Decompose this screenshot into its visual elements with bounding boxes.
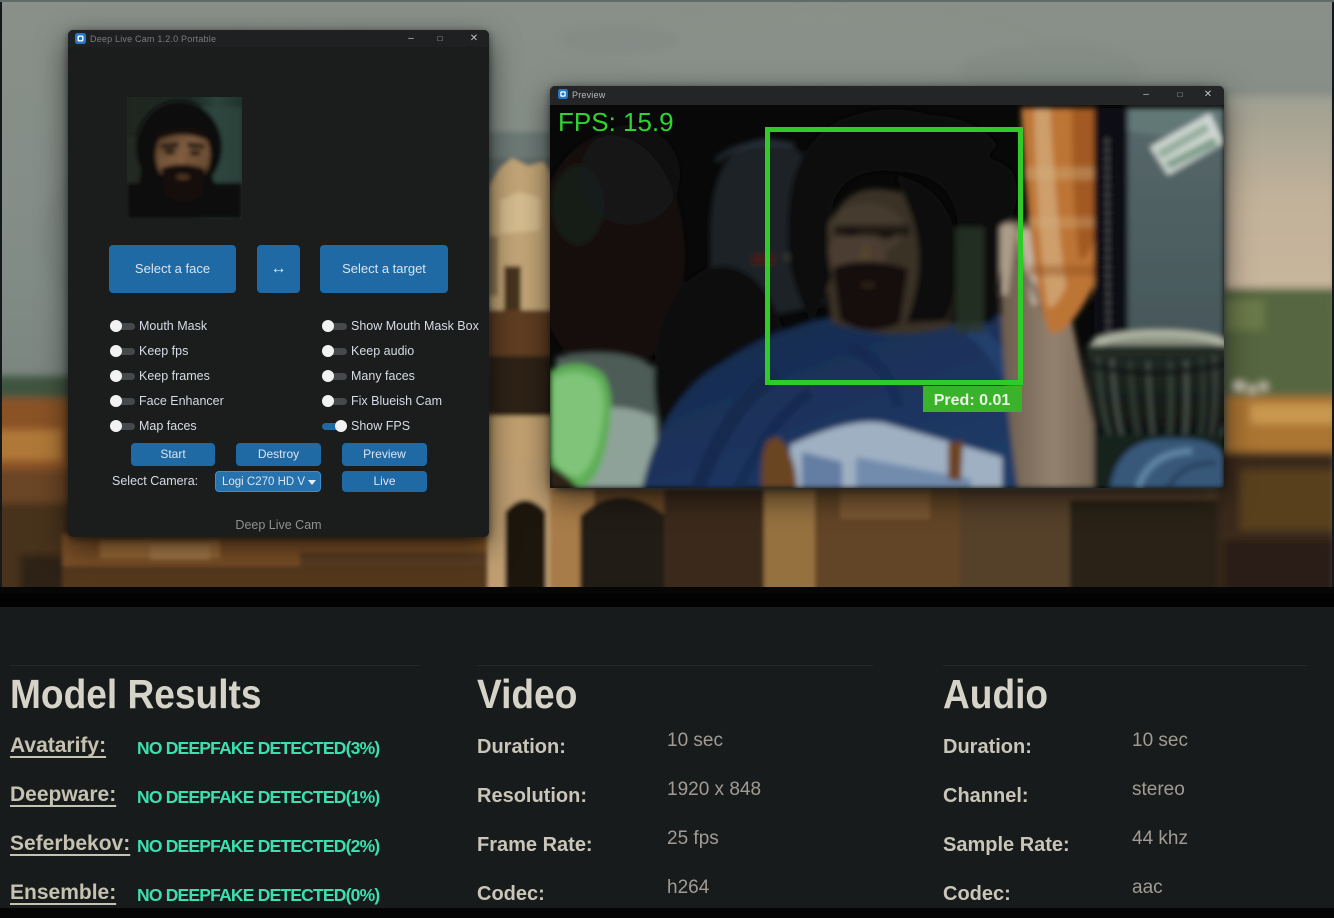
svg-text:FPS: 15.9: FPS: 15.9 [558,107,674,137]
svg-text:Pred: 0.01: Pred: 0.01 [934,392,1011,409]
